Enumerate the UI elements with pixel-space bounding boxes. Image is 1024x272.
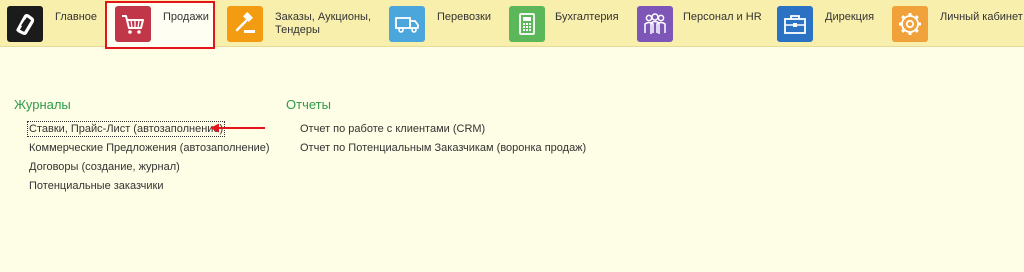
nav-accounting-tile[interactable] [509, 6, 545, 42]
people-icon [644, 13, 666, 34]
nav-sales-tile[interactable] [115, 6, 151, 42]
shopping-cart-icon [122, 15, 144, 34]
nav-orders-tile[interactable] [227, 6, 263, 42]
calculator-icon [519, 13, 535, 35]
report-link-sales-funnel[interactable]: Отчет по Потенциальным Заказчикам (ворон… [300, 142, 586, 154]
nav-orders-label[interactable]: Заказы, Аукционы, Тендеры [275, 11, 385, 37]
nav-accounting-label[interactable]: Бухгалтерия [555, 11, 619, 24]
nav-directorate-tile[interactable] [777, 6, 813, 42]
nav-home-tile[interactable] [7, 6, 43, 42]
briefcase-icon [784, 15, 806, 34]
journal-link-contracts[interactable]: Договоры (создание, журнал) [29, 161, 180, 173]
nav-transport-tile[interactable] [389, 6, 425, 42]
nav-directorate-label[interactable]: Дирекция [825, 11, 874, 24]
nav-transport-label[interactable]: Перевозки [437, 11, 491, 24]
sales-content-panel: Журналы Ставки, Прайс-Лист (автозаполнен… [0, 47, 1024, 272]
red-arrow-annotation-icon [210, 123, 265, 133]
nav-hr-tile[interactable] [637, 6, 673, 42]
journal-link-rates-pricelist[interactable]: Ставки, Прайс-Лист (автозаполнение) [26, 121, 226, 137]
nav-account-tile[interactable] [892, 6, 928, 42]
truck-icon [395, 17, 419, 33]
journal-link-commercial-offers[interactable]: Коммерческие Предложения (автозаполнение… [29, 142, 270, 154]
journals-section-title: Журналы [14, 97, 71, 112]
report-link-crm[interactable]: Отчет по работе с клиентами (CRM) [300, 123, 485, 135]
nav-sales-label[interactable]: Продажи [163, 11, 209, 24]
nav-hr-label[interactable]: Персонал и HR [683, 11, 762, 24]
journal-link-potential-customers[interactable]: Потенциальные заказчики [29, 180, 163, 192]
section-nav-bar: Главное Продажи Заказы, Аукционы, Тендер… [0, 0, 1024, 49]
gear-icon [899, 13, 921, 35]
nav-home-label[interactable]: Главное [55, 11, 97, 24]
gavel-icon [235, 12, 255, 33]
spiral-logo-icon [16, 14, 35, 35]
nav-account-label[interactable]: Личный кабинет [940, 11, 1023, 24]
reports-section-title: Отчеты [286, 97, 331, 112]
